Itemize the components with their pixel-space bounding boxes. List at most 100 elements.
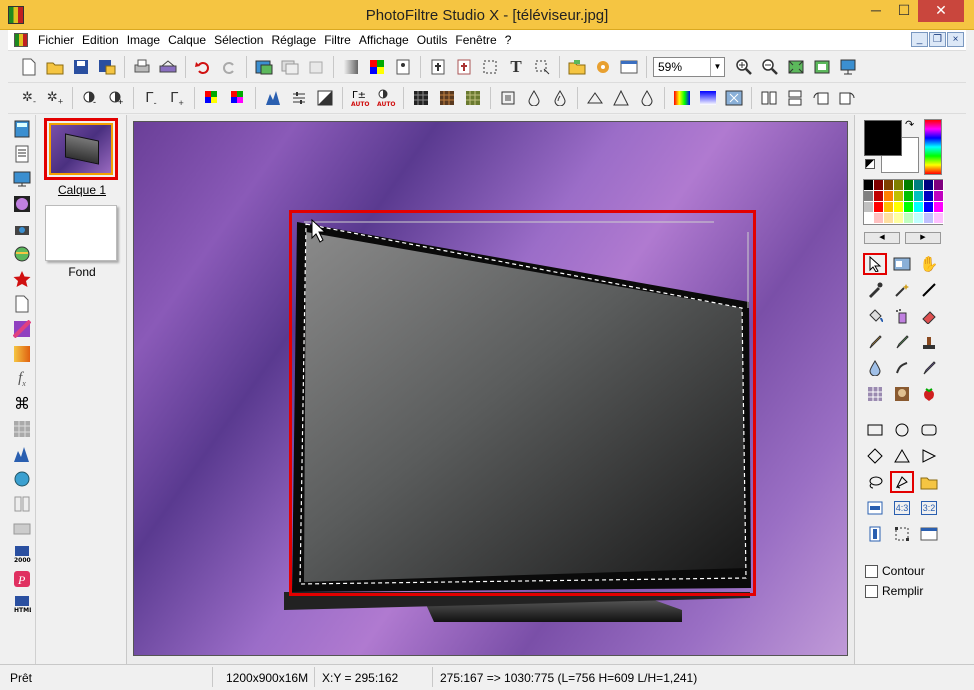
tile-icon[interactable] [723,87,745,109]
swap-colors-icon[interactable]: ↷ [905,118,914,131]
stripes-icon[interactable] [11,318,33,340]
fit-image-icon[interactable] [785,56,807,78]
histogram-icon[interactable] [11,443,33,465]
advanced-brush-tool[interactable] [890,331,914,353]
save-as-icon[interactable] [96,56,118,78]
plugins-icon[interactable] [592,56,614,78]
selection-arrow-tool[interactable] [863,253,887,275]
ellipse-shape-tool[interactable] [890,419,914,441]
brush-tool[interactable] [863,331,887,353]
minimize-button[interactable]: ─ [862,0,890,22]
explorer-icon[interactable] [566,56,588,78]
gamma-plus-icon[interactable]: Γ+ [166,87,188,109]
palette-swatch[interactable] [924,213,934,224]
document-list-icon[interactable] [11,143,33,165]
fullscreen-icon[interactable] [837,56,859,78]
selection-handles-tool[interactable] [890,523,914,545]
image-canvas[interactable] [133,121,848,656]
star-icon[interactable] [11,268,33,290]
palette-swatch[interactable] [914,180,924,191]
text-tool-icon[interactable]: T [505,56,527,78]
palette-swatch[interactable] [884,202,894,213]
auto-contrast-icon[interactable]: AUTO [375,87,397,109]
save-icon[interactable] [70,56,92,78]
lasso-tool[interactable] [863,471,887,493]
batch-icon[interactable] [453,56,475,78]
open-folder-icon[interactable] [44,56,66,78]
palette-swatch[interactable] [904,202,914,213]
palette-swatch[interactable] [914,213,924,224]
diamond-shape-tool[interactable] [863,445,887,467]
flip-horizontal-icon[interactable] [758,87,780,109]
saturation-plus-icon[interactable] [227,87,249,109]
remplir-checkbox[interactable] [865,584,878,598]
drop-icon[interactable] [523,87,545,109]
layer-manager-tool[interactable] [890,253,914,275]
window-icon[interactable] [618,56,640,78]
palette-swatch[interactable] [884,191,894,202]
mdi-minimize-button[interactable]: _ [911,32,928,47]
eraser-tool[interactable] [917,305,941,327]
layer-calque-1-thumbnail[interactable] [44,118,118,180]
mdi-close-button[interactable]: × [947,32,964,47]
keyboard-icon[interactable] [11,518,33,540]
eyedropper-tool[interactable] [863,279,887,301]
triangle-shape-tool[interactable] [890,445,914,467]
menu-selection[interactable]: Sélection [214,33,270,47]
line-tool[interactable] [917,279,941,301]
palette-next-button[interactable]: ▶ [905,232,941,244]
palette-swatch[interactable] [904,191,914,202]
menu-fichier[interactable]: Fichier [38,33,81,47]
layer-fond-label[interactable]: Fond [37,265,127,279]
rotate-right-icon[interactable] [836,87,858,109]
menu-filtre[interactable]: Filtre [324,33,358,47]
auto-levels-icon[interactable]: Γ± AUTO [349,87,371,109]
emboss-icon[interactable] [584,87,606,109]
polygon-lasso-tool[interactable] [890,471,914,493]
copy-image-icon[interactable] [279,56,301,78]
grid-icon[interactable] [11,418,33,440]
page-icon[interactable] [11,293,33,315]
layer-fond-thumbnail[interactable] [45,205,117,261]
hand-tool[interactable]: ✋ [917,253,941,275]
menu-affichage[interactable]: Affichage [359,33,416,47]
automation-icon[interactable] [427,56,449,78]
palette-prev-button[interactable]: ◀ [864,232,900,244]
brightness-plus-icon[interactable]: ✲+ [44,87,66,109]
palette-swatch[interactable] [884,180,894,191]
rgb-colors-icon[interactable] [366,56,388,78]
palette-swatch[interactable] [864,202,874,213]
zoom-in-icon[interactable] [733,56,755,78]
rectangle-shape-tool[interactable] [863,419,887,441]
palette-swatch[interactable] [874,213,884,224]
rotate-left-icon[interactable] [810,87,832,109]
palette-swatch[interactable] [894,213,904,224]
palette-swatch[interactable] [934,180,944,191]
palette-swatch[interactable] [934,202,944,213]
menu-reglage[interactable]: Réglage [271,33,323,47]
palette-swatch[interactable] [874,202,884,213]
actual-size-icon[interactable] [811,56,833,78]
transparency-icon[interactable] [392,56,414,78]
zoom-out-icon[interactable] [759,56,781,78]
sharpen-icon[interactable] [610,87,632,109]
smudge-tool[interactable] [890,357,914,379]
calculator-icon[interactable] [11,118,33,140]
brightness-minus-icon[interactable]: ✲- [18,87,40,109]
palette-swatch[interactable] [884,213,894,224]
contrast-plus-icon[interactable]: + [105,87,127,109]
blur-icon[interactable] [497,87,519,109]
mdi-restore-button[interactable]: ❐ [929,32,946,47]
reset-colors-icon[interactable] [865,159,875,169]
command-icon[interactable]: ⌘ [11,393,33,415]
center-selection-tool[interactable] [863,497,887,519]
gamma-minus-icon[interactable]: Γ- [140,87,162,109]
magic-wand-tool[interactable] [890,279,914,301]
portrait-tool[interactable] [890,383,914,405]
palette-swatch[interactable] [894,180,904,191]
selection-window-tool[interactable] [917,523,941,545]
palette-swatch[interactable] [904,213,914,224]
palette-swatch[interactable] [914,202,924,213]
palette-swatch[interactable] [864,191,874,202]
palette-swatch[interactable] [874,191,884,202]
